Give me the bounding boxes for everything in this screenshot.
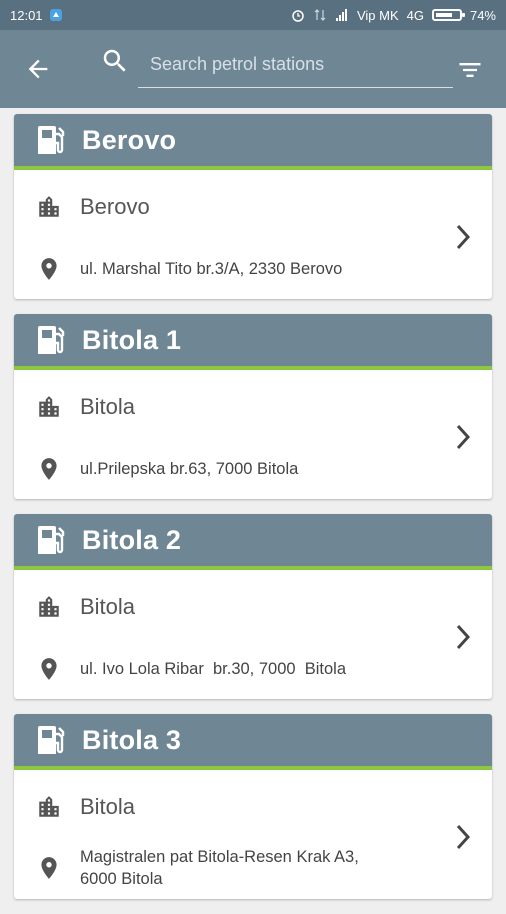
battery-icon [431, 9, 465, 21]
station-address: ul. Marshal Tito br.3/A, 2330 Berovo [80, 260, 343, 278]
arrow-back-icon [28, 59, 48, 79]
location-pin-icon [41, 658, 57, 680]
station-name: Bitola 3 [82, 724, 182, 755]
station-name: Berovo [82, 124, 177, 155]
station-card-header: Bitola 1 [14, 314, 492, 370]
location-pin-icon [41, 258, 57, 280]
station-city: Berovo [80, 194, 150, 219]
fuel-pump-icon [38, 126, 65, 154]
station-list: Berovo Berovo ul. Marshal Tito br.3/A, 2… [0, 114, 506, 914]
station-card-body: Berovo ul. Marshal Tito br.3/A, 2330 Ber… [14, 170, 492, 299]
station-address: ul.Prilepska br.63, 7000 Bitola [80, 460, 299, 478]
location-pin-icon [41, 857, 57, 879]
fuel-pump-icon [38, 326, 65, 354]
data-arrows-icon [314, 9, 326, 21]
station-address: Magistralen pat Bitola-Resen Krak A3, 60… [80, 848, 359, 888]
station-card-body: Bitola ul.Prilepska br.63, 7000 Bitola [14, 370, 492, 499]
station-card-header: Bitola 2 [14, 514, 492, 570]
station-city: Bitola [80, 594, 136, 619]
station-city: Bitola [80, 394, 136, 419]
filter-icon [459, 63, 481, 77]
search-input[interactable] [138, 48, 453, 88]
station-city-row: Bitola [36, 594, 135, 620]
chevron-right-icon[interactable] [452, 822, 476, 852]
signal-icon [335, 9, 347, 21]
notification-app-icon [49, 9, 62, 21]
city-icon [39, 596, 59, 617]
location-pin-icon [41, 458, 57, 480]
station-city-row: Bitola [36, 394, 135, 420]
city-icon [39, 396, 59, 417]
fuel-pump-icon [38, 526, 65, 554]
network-label: 4G [406, 7, 424, 23]
carrier-label: Vip MK [356, 7, 399, 23]
chevron-right-icon[interactable] [452, 222, 476, 252]
app-toolbar [0, 30, 506, 108]
station-card-header: Berovo [14, 114, 492, 170]
station-address-row: ul. Marshal Tito br.3/A, 2330 Berovo [36, 256, 342, 282]
station-city-row: Bitola [36, 794, 135, 820]
status-time: 12:01 [10, 7, 43, 23]
station-address-row: ul.Prilepska br.63, 7000 Bitola [36, 456, 298, 482]
fuel-pump-icon [38, 726, 65, 754]
station-card-body: Bitola Magistralen pat Bitola-Resen Krak… [14, 770, 492, 899]
battery-percent: 74% [469, 7, 496, 23]
filter-button[interactable] [450, 50, 490, 90]
chevron-right-icon[interactable] [452, 422, 476, 452]
station-card[interactable]: Bitola 2 Bitola ul. Ivo Lola Ribar br.30… [14, 514, 492, 699]
station-card[interactable]: Bitola 3 Bitola Magistralen pat Bitola-R… [14, 714, 492, 899]
station-card-header: Bitola 3 [14, 714, 492, 770]
chevron-right-icon[interactable] [452, 622, 476, 652]
alarm-icon [292, 10, 304, 22]
station-address: ul. Ivo Lola Ribar br.30, 7000 Bitola [80, 660, 346, 678]
status-bar: 12:01 Vip MK 4G 74% [0, 0, 506, 30]
station-name: Bitola 1 [82, 324, 182, 355]
station-card-body: Bitola ul. Ivo Lola Ribar br.30, 7000 Bi… [14, 570, 492, 699]
city-icon [39, 796, 59, 817]
station-card[interactable]: Berovo Berovo ul. Marshal Tito br.3/A, 2… [14, 114, 492, 299]
station-address-row: Magistralen pat Bitola-Resen Krak A3, 60… [36, 846, 400, 890]
station-address-row: ul. Ivo Lola Ribar br.30, 7000 Bitola [36, 656, 346, 682]
station-city-row: Berovo [36, 194, 150, 220]
search-icon[interactable] [100, 46, 130, 76]
station-city: Bitola [80, 794, 136, 819]
station-name: Bitola 2 [82, 524, 182, 555]
city-icon [39, 196, 59, 217]
back-button[interactable] [8, 39, 68, 99]
search-bar [100, 42, 455, 88]
station-card[interactable]: Bitola 1 Bitola ul.Prilepska br.63, 7000… [14, 314, 492, 499]
